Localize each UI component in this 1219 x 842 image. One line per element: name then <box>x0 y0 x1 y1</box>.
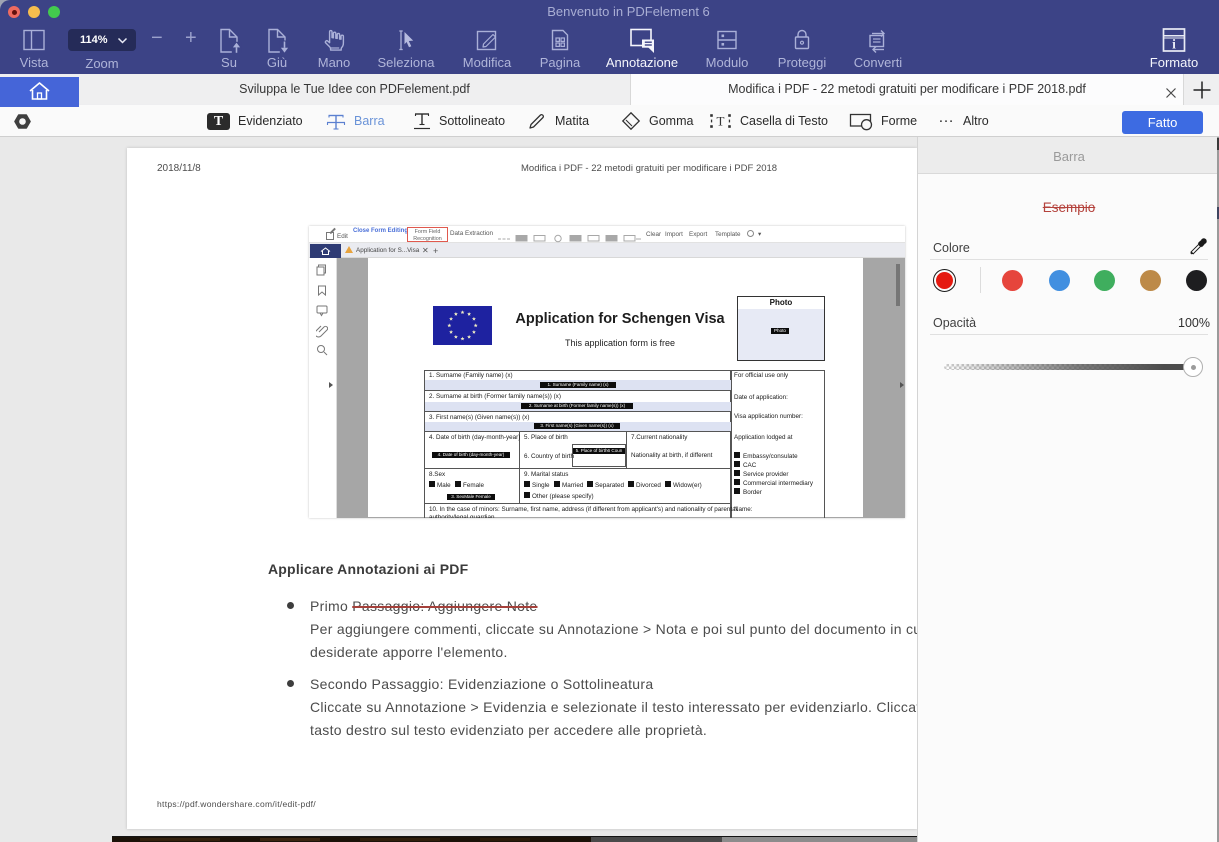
svg-text:T: T <box>717 114 725 129</box>
svg-text:i: i <box>1172 37 1176 52</box>
